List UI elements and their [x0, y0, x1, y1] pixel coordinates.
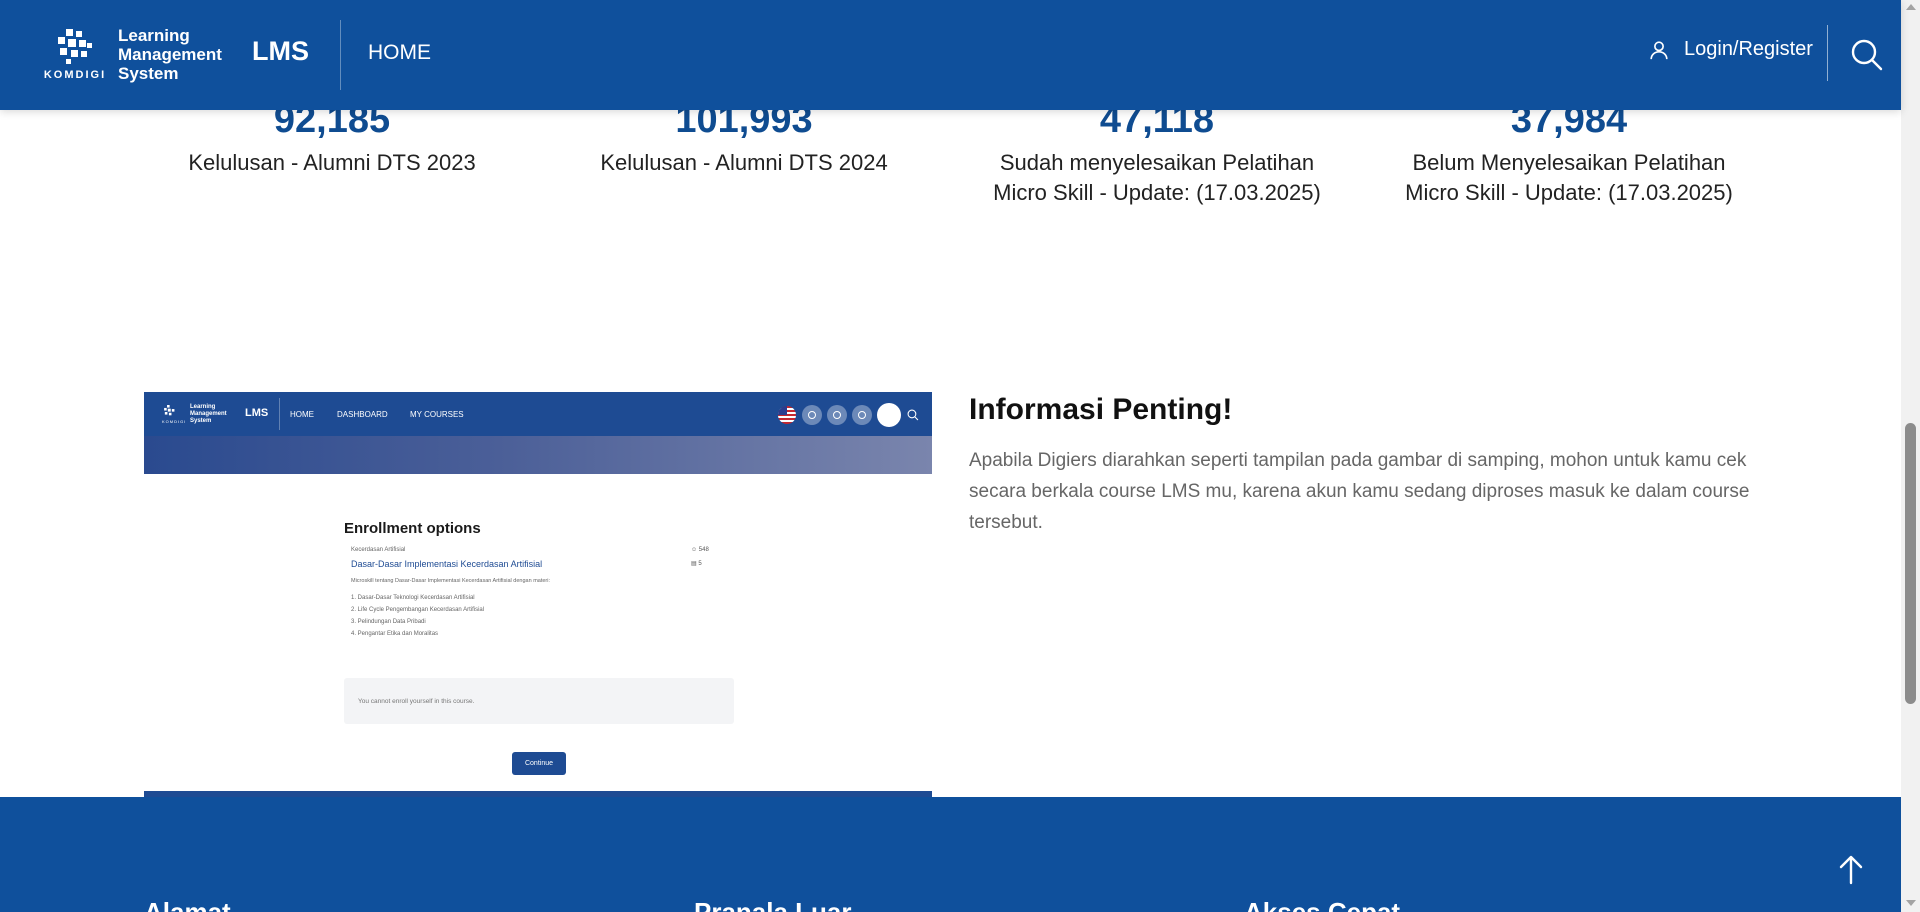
list-item: 1. Dasar-Dasar Teknologi Kecerdasan Arti… — [351, 595, 475, 601]
screenshot-nav-icons — [778, 403, 919, 427]
user-icon: ☺ — [691, 547, 699, 553]
logo-org-label: KOMDIGI — [43, 68, 107, 81]
settings-icon — [802, 405, 822, 425]
stat-item: 37,984 Belum Menyelesaikan Pelatihan Mic… — [1374, 99, 1764, 208]
page-scrollbar[interactable] — [1901, 0, 1920, 912]
screenshot-students-value: 548 — [698, 547, 709, 553]
screenshot-nav-dashboard: DASHBOARD — [337, 410, 388, 419]
stat-item: 92,185 Kelulusan - Alumni DTS 2023 — [137, 99, 527, 178]
login-register-link[interactable]: Login/Register — [1648, 38, 1813, 61]
screenshot-logo-text: Learning Management System — [190, 404, 227, 425]
info-title: Informasi Penting! — [969, 393, 1233, 426]
list-item: 2. Life Cycle Pengembangan Kecerdasan Ar… — [351, 607, 485, 613]
back-to-top-button[interactable] — [1833, 852, 1869, 888]
screenshot-description: Microskill tentang Dasar-Dasar Implement… — [351, 578, 551, 584]
screenshot-category: Kecerdasan Artifisial — [351, 547, 406, 553]
link-icon — [827, 405, 847, 425]
logo-line-2: Management — [118, 45, 222, 64]
screenshot-modules-value: 5 — [698, 561, 702, 567]
header-divider — [340, 20, 341, 90]
screenshot-students-count: ☺ 548 — [691, 547, 709, 553]
site-header: KOMDIGI Learning Management System LMS H… — [0, 0, 1901, 110]
enrollment-screenshot-image: KOMDIGI Learning Management System LMS H… — [144, 392, 932, 797]
screenshot-notice-box: You cannot enroll yourself in this cours… — [344, 678, 734, 724]
site-logo[interactable]: KOMDIGI Learning Management System — [40, 26, 222, 83]
search-button[interactable] — [1850, 38, 1884, 72]
scroll-up-arrow-icon[interactable] — [1906, 4, 1916, 10]
scroll-down-arrow-icon[interactable] — [1906, 900, 1916, 906]
search-icon — [1851, 39, 1883, 71]
info-body: Apabila Digiers diarahkan seperti tampil… — [969, 450, 1750, 533]
screenshot-hero-banner — [144, 436, 932, 474]
login-register-label: Login/Register — [1684, 38, 1813, 60]
komdigi-logo-icon: KOMDIGI — [40, 27, 110, 83]
screenshot-nav-home: HOME — [290, 410, 314, 419]
arrow-up-icon — [1839, 855, 1863, 885]
list-item: 4. Pengantar Etika dan Moralitas — [351, 631, 439, 637]
logo-line-1: Learning — [118, 26, 190, 45]
footer-heading-akses-cepat: Akses Cepat — [1244, 897, 1401, 912]
brand-lms[interactable]: LMS — [252, 36, 309, 67]
komdigi-logo-icon: KOMDIGI — [162, 404, 187, 425]
screenshot-logo-line-2: Management — [190, 411, 227, 417]
screenshot-notice-text: You cannot enroll yourself in this cours… — [358, 698, 475, 705]
list-item: 3. Pelindungan Data Pribadi — [351, 619, 426, 625]
screenshot-logo-line-3: System — [190, 418, 212, 424]
stat-label: Kelulusan - Alumni DTS 2023 — [188, 150, 476, 175]
screenshot-divider — [279, 398, 280, 430]
screenshot-nav-courses: MY COURSES — [410, 410, 464, 419]
stat-label: Kelulusan - Alumni DTS 2024 — [600, 150, 888, 175]
footer-heading-pranala-luar: Pranala Luar — [694, 897, 852, 912]
nav-home-link[interactable]: HOME — [368, 41, 431, 65]
user-icon — [1650, 40, 1668, 59]
header-divider-right — [1827, 25, 1828, 81]
notification-icon — [852, 405, 872, 425]
screenshot-logo-line-1: Learning — [190, 404, 216, 410]
screenshot-brand: LMS — [245, 407, 269, 419]
search-icon — [907, 409, 919, 421]
flag-icon — [778, 406, 796, 424]
stat-label: Sudah menyelesaikan Pelatihan Micro Skil… — [993, 150, 1321, 205]
site-footer: Alamat Pranala Luar Akses Cepat — [0, 797, 1901, 912]
logo-line-3: System — [118, 64, 179, 83]
stat-label: Belum Menyelesaikan Pelatihan Micro Skil… — [1405, 150, 1733, 205]
stat-item: 47,118 Sudah menyelesaikan Pelatihan Mic… — [962, 99, 1352, 208]
scrollbar-thumb[interactable] — [1905, 423, 1916, 704]
screenshot-materi-list: 1. Dasar-Dasar Teknologi Kecerdasan Arti… — [351, 592, 484, 640]
screenshot-navbar: KOMDIGI Learning Management System LMS H… — [144, 392, 932, 436]
screenshot-title: Enrollment options — [344, 520, 481, 537]
avatar — [877, 403, 901, 427]
stat-item: 101,993 Kelulusan - Alumni DTS 2024 — [549, 99, 939, 178]
screenshot-course-name: Dasar-Dasar Implementasi Kecerdasan Arti… — [351, 559, 543, 569]
screenshot-continue-button: Continue — [512, 752, 566, 775]
logo-text: Learning Management System — [118, 26, 222, 83]
screenshot-logo-org: KOMDIGI — [162, 418, 187, 424]
footer-heading-alamat: Alamat — [144, 897, 231, 912]
screenshot-logo: KOMDIGI Learning Management System — [162, 404, 227, 425]
screenshot-modules-count: ▤ 5 — [691, 560, 702, 567]
